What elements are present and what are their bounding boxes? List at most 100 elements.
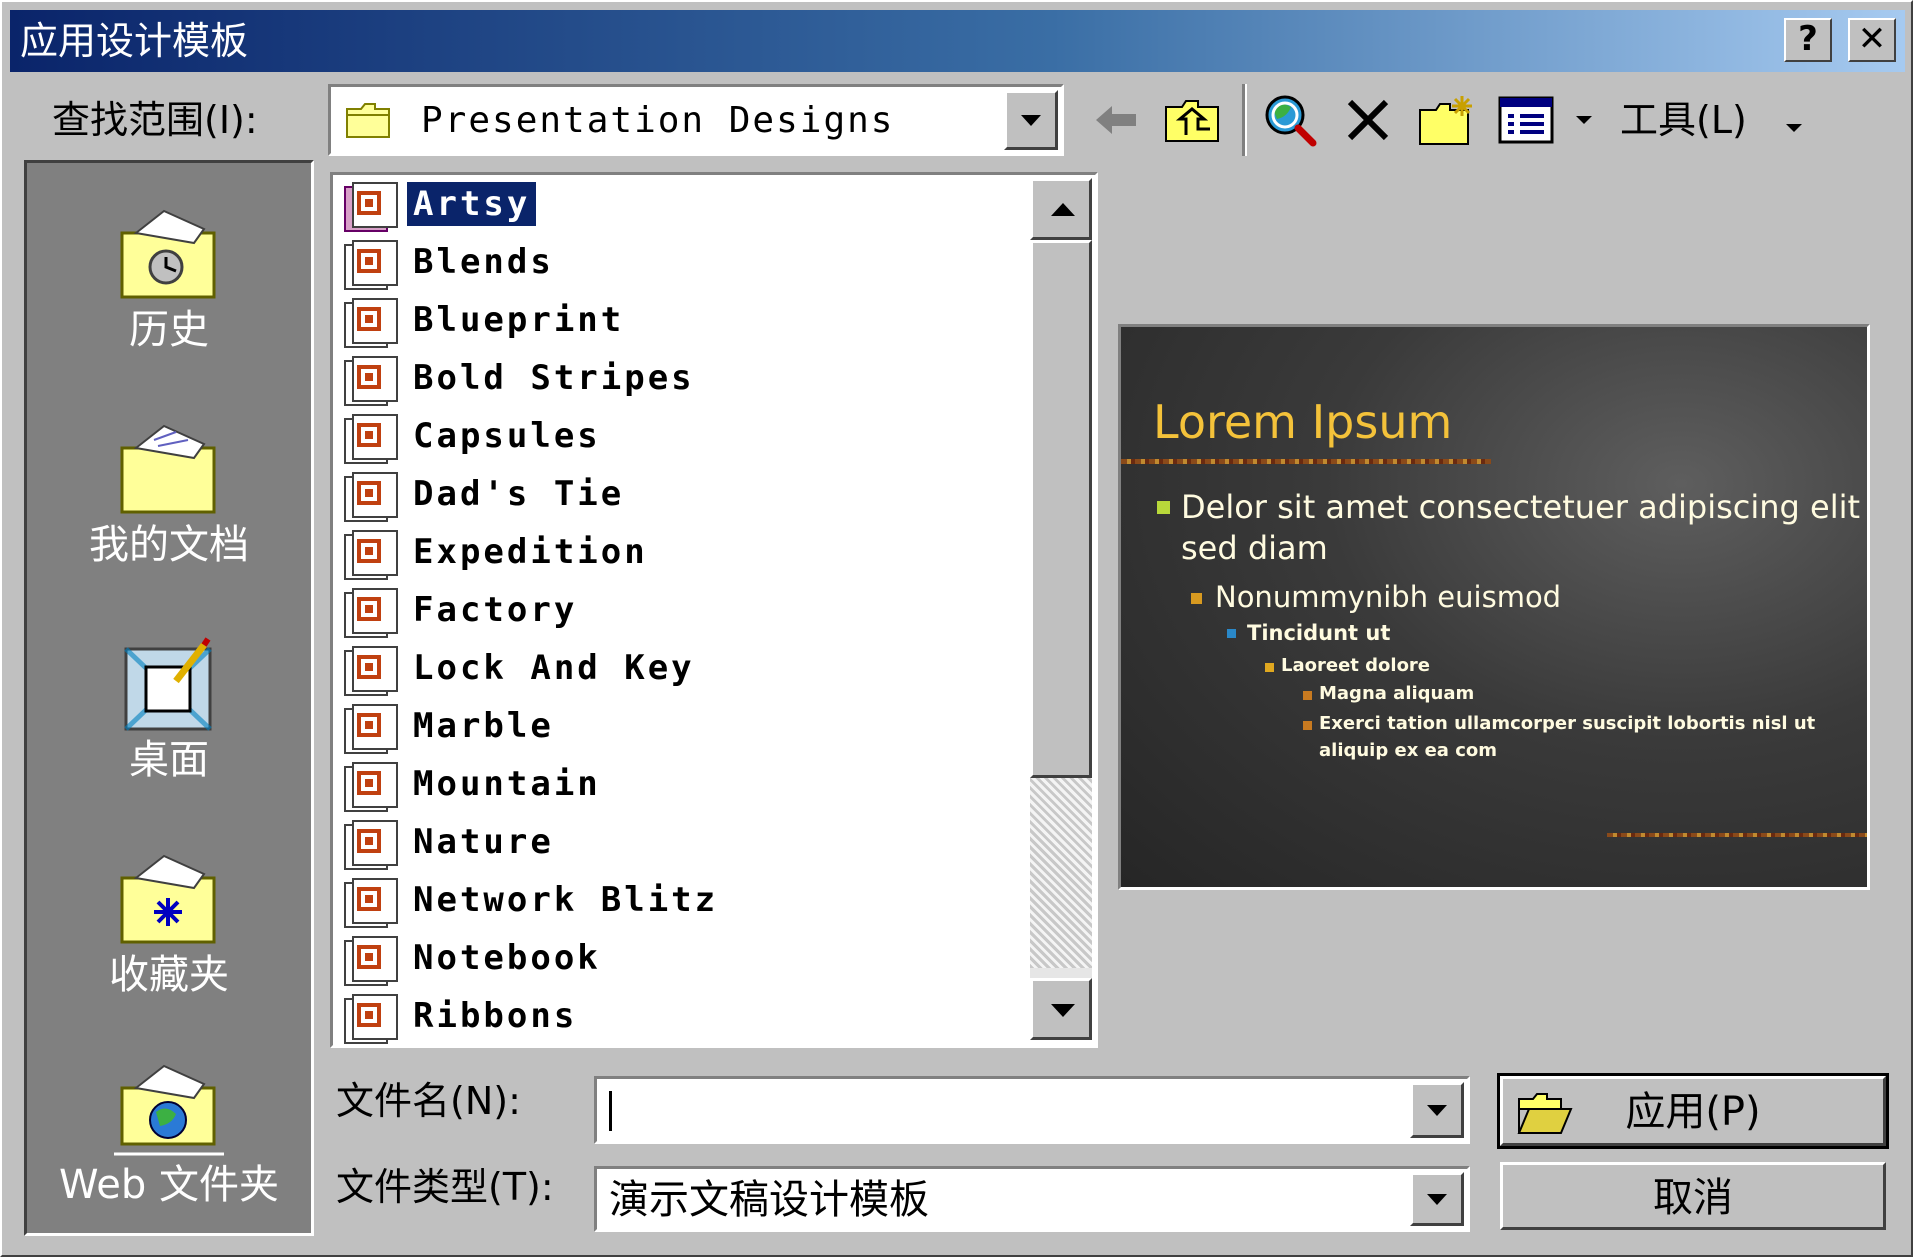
look-in-dropdown-button[interactable] — [1004, 90, 1058, 150]
places-bar: 历史 我的文档 桌面 收藏夹 Web 文件夹 — [24, 160, 314, 1236]
place-desktop[interactable]: 桌面 — [27, 633, 311, 783]
search-web-icon — [1265, 95, 1317, 147]
bullet-icon — [1227, 629, 1236, 638]
preview-rule — [1607, 833, 1867, 837]
cancel-button-label: 取消 — [1653, 1175, 1733, 1221]
preview-bullet-text: Tincidunt ut — [1247, 621, 1391, 645]
views-button[interactable] — [1496, 90, 1556, 150]
search-web-button[interactable] — [1260, 90, 1320, 150]
place-my-documents[interactable]: 我的文档 — [27, 418, 311, 568]
file-type-dropdown[interactable]: 演示文稿设计模板 — [594, 1166, 1470, 1232]
folder-icon — [346, 103, 390, 138]
file-type-dropdown-button[interactable] — [1410, 1172, 1464, 1226]
file-name-input[interactable] — [605, 1087, 1385, 1133]
look-in-label: 查找范围(I): — [52, 98, 258, 142]
preview-bullet-text: Delor sit amet consectetuer adipiscing e… — [1181, 488, 1861, 526]
apply-button[interactable]: 应用(P) — [1497, 1073, 1889, 1149]
file-type-label: 文件类型(T): — [336, 1165, 554, 1209]
template-file-icon — [344, 936, 398, 986]
file-name: Blends — [413, 242, 554, 282]
preview-bullet-text: sed diam — [1181, 529, 1328, 567]
chevron-down-icon — [1427, 1194, 1447, 1205]
preview-rule — [1121, 459, 1491, 464]
new-folder-button[interactable] — [1416, 90, 1478, 150]
preview-bullet-text: Nonummynibh euismod — [1215, 580, 1562, 614]
new-folder-icon — [1419, 96, 1472, 145]
chevron-up-icon — [1051, 203, 1075, 216]
file-name: Artsy — [407, 182, 537, 226]
tools-chevron-down-icon[interactable] — [1786, 124, 1802, 132]
my-documents-folder-icon — [120, 424, 216, 514]
chevron-down-icon — [1021, 115, 1041, 126]
file-name: Dad's Tie — [413, 474, 625, 514]
preview-bullet-text: Laoreet dolore — [1281, 655, 1431, 676]
template-file-icon — [344, 530, 398, 580]
template-file-icon — [344, 414, 398, 464]
up-one-level-button[interactable] — [1162, 90, 1222, 150]
file-list: Artsy Blends Blueprint Bold Stripes Caps… — [330, 172, 1098, 1048]
template-file-icon — [344, 298, 398, 348]
cancel-button[interactable]: 取消 — [1500, 1162, 1886, 1230]
template-file-icon — [344, 878, 398, 928]
back-button[interactable] — [1090, 90, 1142, 150]
template-file-icon — [344, 820, 398, 870]
views-icon — [1498, 96, 1554, 144]
help-button[interactable]: ? — [1784, 18, 1832, 62]
template-file-icon — [344, 762, 398, 812]
dialog-title: 应用设计模板 — [20, 19, 249, 63]
close-button[interactable]: ✕ — [1848, 18, 1896, 62]
scroll-up-button[interactable] — [1030, 178, 1092, 240]
place-history[interactable]: 历史 — [27, 203, 311, 353]
toolbar-separator — [1242, 84, 1247, 156]
template-file-icon — [344, 182, 398, 232]
file-name: Factory — [413, 590, 578, 630]
place-web-folders[interactable]: Web 文件夹 — [27, 1058, 311, 1208]
template-file-icon — [344, 704, 398, 754]
file-name: Capsules — [413, 416, 601, 456]
bullet-icon — [1303, 691, 1312, 700]
place-label: Web 文件夹 — [59, 1162, 279, 1208]
place-label: 桌面 — [129, 737, 209, 783]
look-in-dropdown[interactable]: Presentation Designs — [328, 84, 1064, 156]
file-name: Network Blitz — [413, 880, 719, 920]
file-name: Notebook — [413, 938, 601, 978]
file-type-value: 演示文稿设计模板 — [609, 1177, 929, 1223]
scroll-thumb[interactable] — [1030, 240, 1092, 778]
chevron-down-icon — [1576, 116, 1592, 124]
web-folders-icon — [114, 1064, 224, 1156]
delete-button[interactable] — [1340, 90, 1396, 150]
file-name-combo[interactable] — [594, 1076, 1470, 1144]
chevron-down-icon — [1427, 1105, 1447, 1116]
bullet-icon — [1157, 501, 1170, 514]
back-arrow-icon — [1096, 106, 1136, 134]
file-name: Bold Stripes — [413, 358, 695, 398]
history-folder-icon — [120, 209, 216, 299]
title-bar: 应用设计模板 ? ✕ — [10, 10, 1905, 72]
preview-bullet-text: aliquip ex ea com — [1319, 740, 1498, 761]
vertical-scrollbar[interactable] — [1030, 178, 1092, 1040]
tools-menu[interactable]: 工具(L) — [1620, 97, 1747, 143]
file-name: Mountain — [413, 764, 601, 804]
views-dropdown-button[interactable] — [1570, 90, 1598, 150]
place-label: 历史 — [129, 307, 209, 353]
file-name: Ribbons — [413, 996, 578, 1036]
template-file-icon — [344, 994, 398, 1044]
apply-button-label: 应用(P) — [1625, 1089, 1761, 1135]
place-favorites[interactable]: 收藏夹 — [27, 848, 311, 998]
file-name: Blueprint — [413, 300, 625, 340]
file-name-label: 文件名(N): — [336, 1079, 521, 1123]
chevron-down-icon — [1051, 1004, 1075, 1017]
preview-bullet-text: Exerci tation ullamcorper suscipit lobor… — [1319, 713, 1816, 734]
scroll-down-button[interactable] — [1030, 978, 1092, 1040]
template-file-icon — [344, 356, 398, 406]
scroll-track[interactable] — [1030, 778, 1092, 968]
file-name: Lock And Key — [413, 648, 695, 688]
bullet-icon — [1265, 663, 1274, 672]
up-folder-icon — [1165, 100, 1219, 142]
file-name-dropdown-button[interactable] — [1410, 1082, 1464, 1138]
file-name: Nature — [413, 822, 554, 862]
place-label: 收藏夹 — [109, 952, 229, 998]
template-file-icon — [344, 646, 398, 696]
template-file-icon — [344, 472, 398, 522]
template-file-icon — [344, 588, 398, 638]
